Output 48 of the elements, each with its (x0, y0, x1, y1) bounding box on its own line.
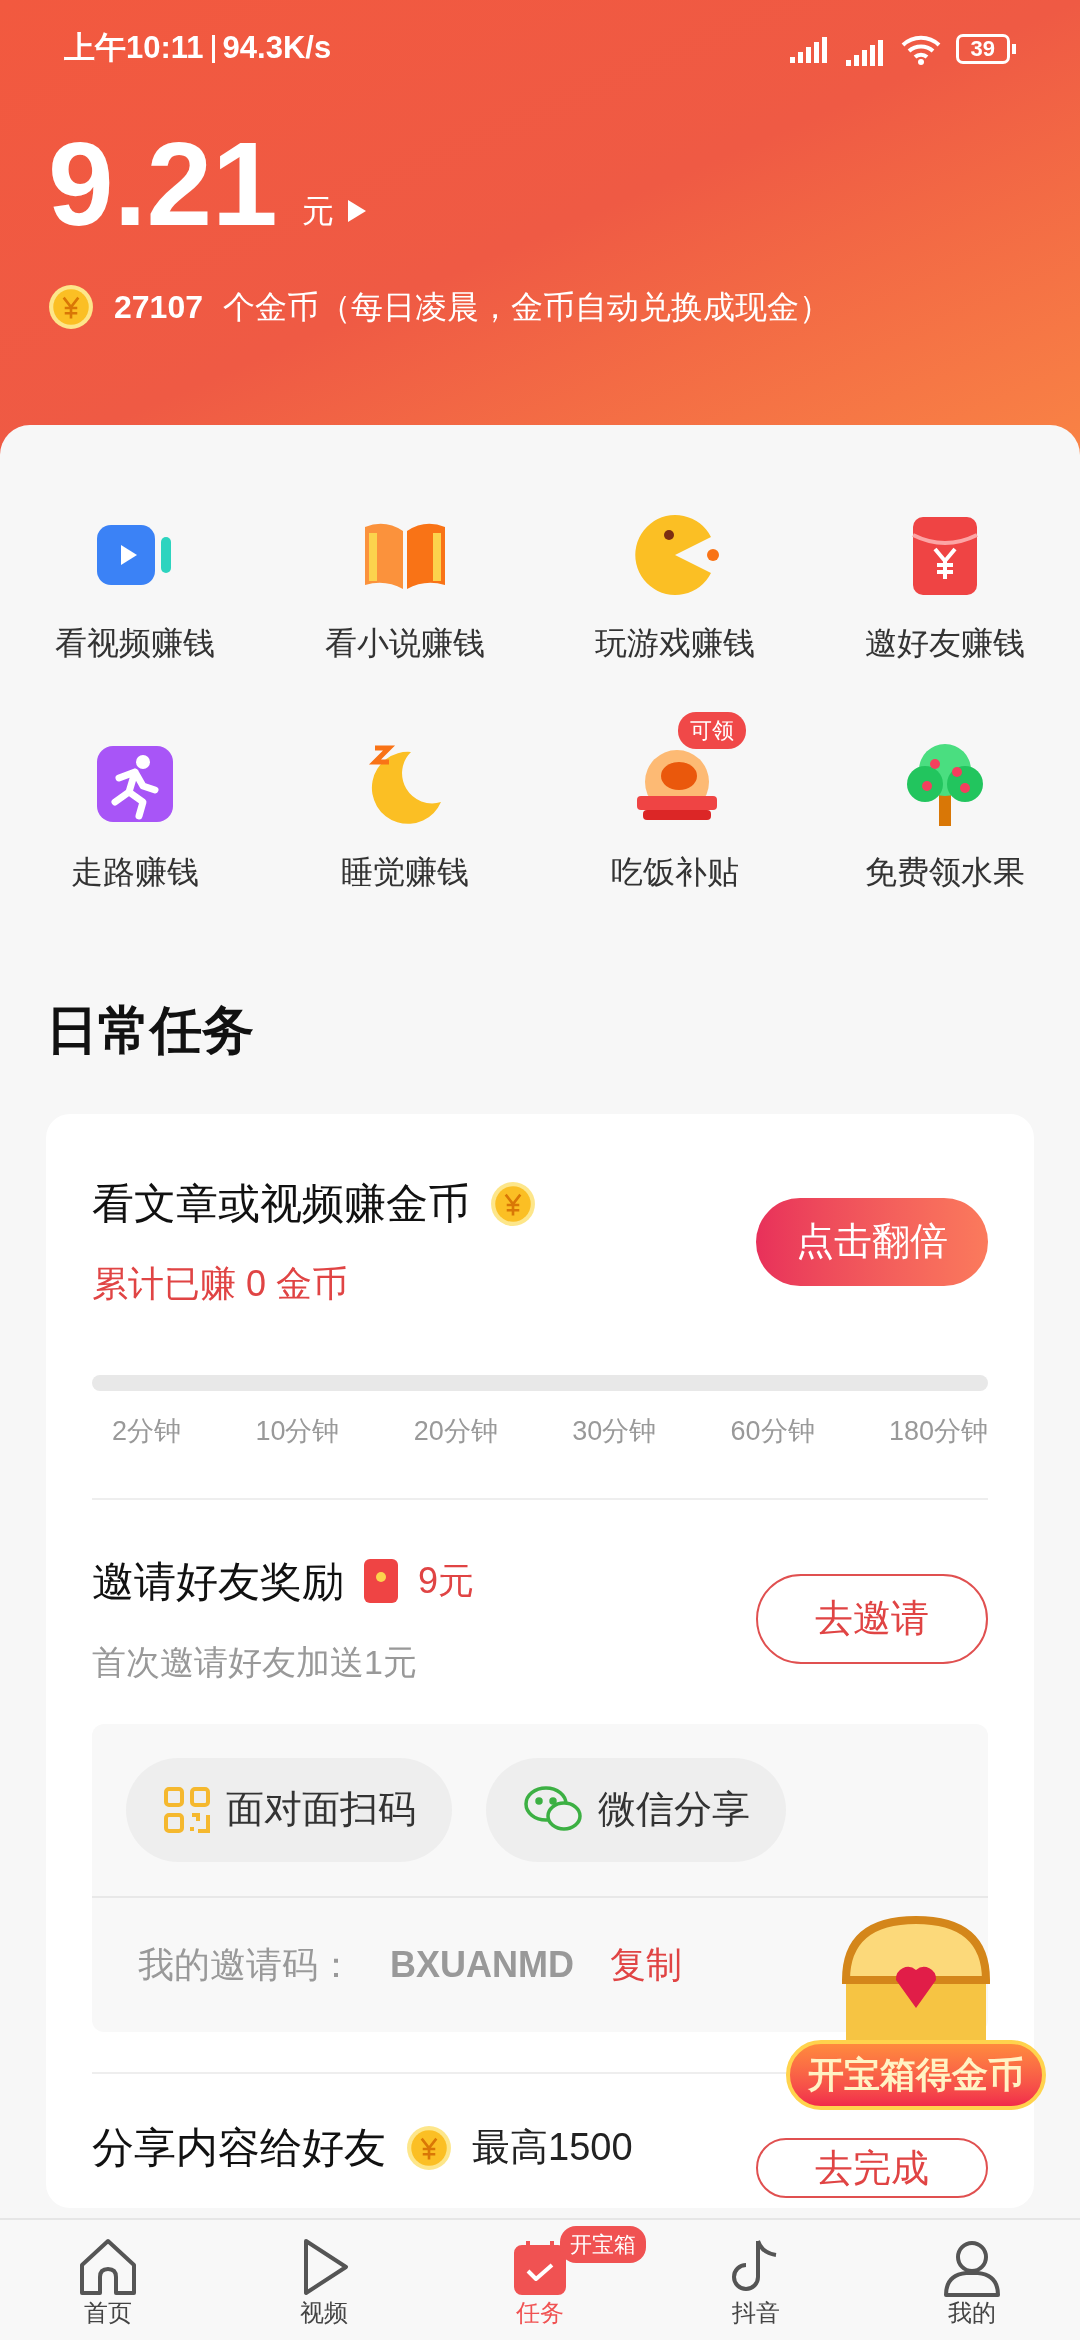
complete-button[interactable]: 去完成 (756, 2137, 988, 2198)
shortcut-item[interactable]: 睡觉赚钱 (270, 712, 540, 896)
share-button[interactable]: 面对面扫码 (126, 1757, 452, 1862)
claim-badge: 可领 (678, 712, 746, 749)
nav-tab[interactable]: 视频 (216, 2220, 432, 2340)
play-arrow-icon (347, 200, 366, 222)
coin-icon (48, 284, 94, 330)
coin-icon (490, 1180, 536, 1227)
coin-note: 个金币（每日凌晨，金币自动兑换成现金） (223, 288, 831, 327)
shortcut-item[interactable]: 可领 吃饭补贴 (540, 712, 810, 896)
envelope-icon (364, 1559, 398, 1603)
shortcut-item[interactable]: 走路赚钱 (0, 712, 270, 896)
shortcut-item[interactable]: 看小说赚钱 (270, 483, 540, 667)
reward-amount: 9元 (418, 1559, 475, 1603)
invite-code-label: 我的邀请码： (138, 1942, 354, 1987)
earned-coins: 累计已赚 0 金币 (92, 1262, 350, 1306)
status-time: 上午10:11 (64, 29, 204, 68)
share-button[interactable]: 微信分享 (486, 1757, 786, 1862)
task-title: 邀请好友奖励 (92, 1556, 344, 1607)
shortcut-item[interactable]: 看视频赚钱 (0, 483, 270, 667)
shortcut-item[interactable]: 玩游戏赚钱 (540, 483, 810, 667)
duration-label: 10分钟 (255, 1415, 340, 1448)
invite-button[interactable]: 去邀请 (756, 1573, 988, 1664)
coin-count: 27107 (114, 288, 203, 327)
nav-badge: 开宝箱 (560, 2226, 646, 2263)
signal-icon (789, 34, 830, 63)
nav-tab[interactable]: 首页 (0, 2220, 216, 2340)
reward-amount: 最高1500 (472, 2125, 633, 2170)
duration-label: 30分钟 (572, 1415, 657, 1448)
task-subtitle: 首次邀请好友加送1元 (92, 1641, 418, 1683)
nav-tab[interactable]: 我的 (864, 2220, 1080, 2340)
nav-tab[interactable]: 抖音 (648, 2220, 864, 2340)
duration-label: 180分钟 (888, 1415, 988, 1448)
network-speed: 94.3K/s (222, 29, 332, 68)
battery-indicator: 39 (955, 33, 1016, 64)
duration-label: 20分钟 (413, 1415, 498, 1448)
shortcut-item[interactable]: 免费领水果 (810, 712, 1080, 896)
coin-icon (406, 2124, 452, 2171)
task-title: 看文章或视频赚金币 (92, 1179, 470, 1229)
invite-code: BXUANMD (390, 1942, 574, 1987)
copy-link[interactable]: 复制 (610, 1937, 682, 1992)
duration-label: 60分钟 (730, 1415, 815, 1448)
task-title: 分享内容给好友 (92, 2123, 386, 2173)
balance-amount: 9.21 (48, 125, 278, 243)
qr-code-icon (162, 1784, 212, 1835)
shortcut-item[interactable]: 邀好友赚钱 (810, 483, 1080, 667)
duration-label: 2分钟 (112, 1415, 182, 1448)
section-title: 日常任务 (46, 1000, 255, 1061)
